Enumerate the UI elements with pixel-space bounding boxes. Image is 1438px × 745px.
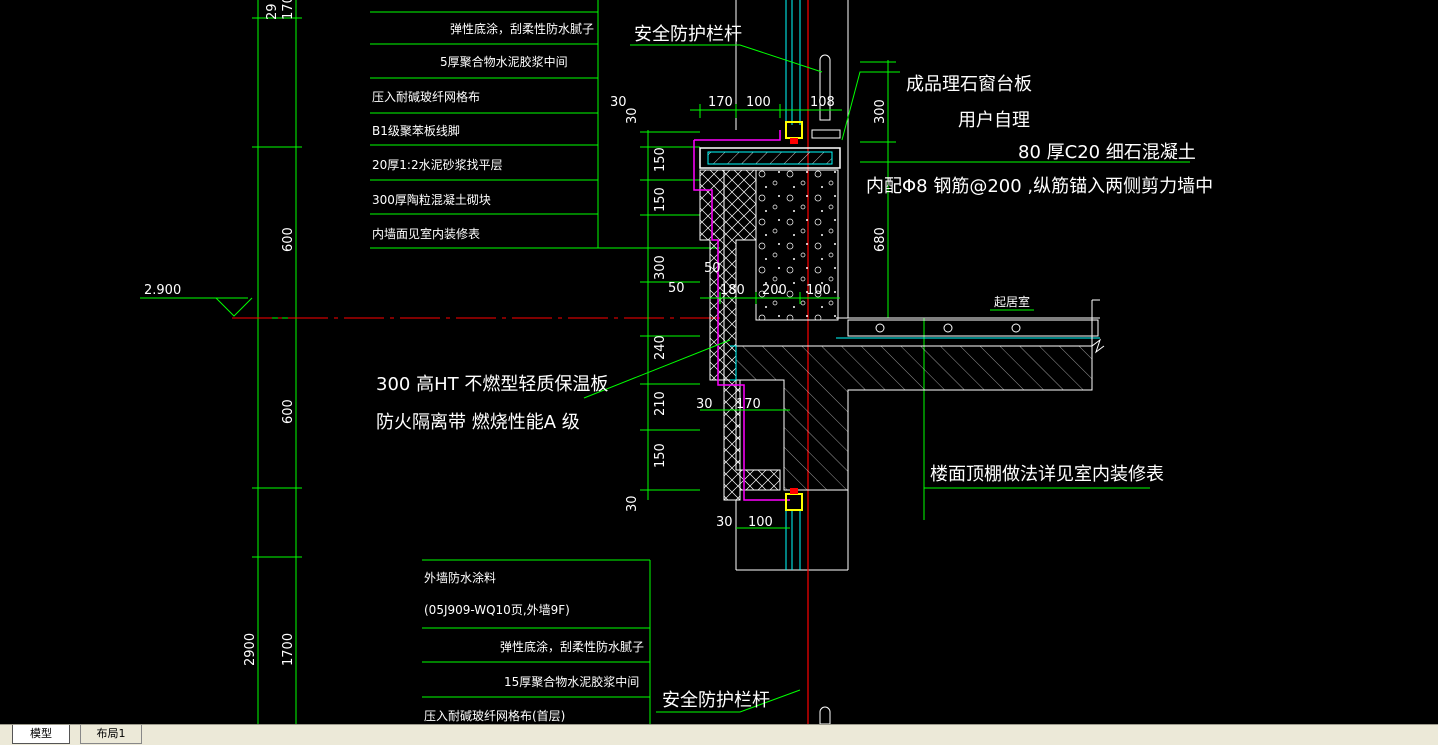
elevation-label: 2.900 <box>144 283 181 298</box>
dim-right-680: 680 <box>873 227 888 252</box>
dim-top-108: 108 <box>810 95 835 110</box>
tab-model[interactable]: 模型 <box>12 725 70 744</box>
dim-v-210: 210 <box>653 391 668 416</box>
dim-170: 170 <box>736 397 761 412</box>
upper-layer-5: 20厚1:2水泥砂浆找平层 <box>372 157 503 172</box>
dim-left-bot-b: 1700 <box>281 633 296 666</box>
insulation-label: 300 高HT 不燃型轻质保温板 <box>376 374 608 395</box>
right-dimension-chain <box>860 60 925 520</box>
dim-bottom-30: 30 <box>716 515 733 530</box>
room-label: 起居室 <box>994 294 1030 309</box>
ceiling-label: 楼面顶棚做法详见室内装修表 <box>930 464 1164 485</box>
elevation-marker <box>140 297 253 317</box>
upper-layer-1: 弹性底涂，刮柔性防水腻子 <box>450 21 594 36</box>
dim-left-top-b: 170 <box>281 0 296 20</box>
dim-v-240: 240 <box>653 335 668 360</box>
lower-layer-3: 弹性底涂，刮柔性防水腻子 <box>500 639 644 654</box>
left-dimension-lines <box>252 0 302 724</box>
dim-bottom-100: 100 <box>748 515 773 530</box>
cad-drawing-canvas[interactable]: 弹性底涂，刮柔性防水腻子 5厚聚合物水泥胶浆中间 压入耐碱玻纤网格布 B1级聚苯… <box>0 0 1438 725</box>
upper-layer-7: 内墙面见室内装修表 <box>372 226 480 241</box>
dim-right-300: 300 <box>873 99 888 124</box>
sill-note: 用户自理 <box>958 110 1030 131</box>
dim-100: 100 <box>806 283 831 298</box>
lower-layer-1: 外墙防水涂料 <box>424 570 496 585</box>
dim-180: 180 <box>720 283 745 298</box>
cad-drawing: 弹性底涂，刮柔性防水腻子 5厚聚合物水泥胶浆中间 压入耐碱玻纤网格布 B1级聚苯… <box>140 0 1213 725</box>
dimension-labels: 29 170 600 600 2900 1700 30 170 100 108 … <box>243 0 888 666</box>
vertical-dimension-chain <box>640 130 700 500</box>
lower-layer-4: 15厚聚合物水泥胶浆中间 <box>504 674 639 689</box>
dim-left-bot-a: 2900 <box>243 633 258 666</box>
dim-left-mid-a: 600 <box>281 227 296 252</box>
upper-layer-2: 5厚聚合物水泥胶浆中间 <box>440 54 568 69</box>
fire-barrier-label: 防火隔离带 燃烧性能A 级 <box>376 412 580 433</box>
lower-layer-labels: 外墙防水涂料 (05J909-WQ10页,外墙9F) 弹性底涂，刮柔性防水腻子 … <box>424 570 644 723</box>
dim-200: 200 <box>762 283 787 298</box>
dim-v-150c: 150 <box>653 443 668 468</box>
railing-bottom <box>819 706 831 725</box>
dim-30: 30 <box>696 397 713 412</box>
dim-v-30a: 30 <box>625 107 640 124</box>
dim-v-30b: 30 <box>625 495 640 512</box>
window-frame-bottom <box>785 493 803 511</box>
dim-50a: 50 <box>704 261 721 276</box>
floor-topping <box>847 319 1099 337</box>
upper-layer-labels: 弹性底涂，刮柔性防水腻子 5厚聚合物水泥胶浆中间 压入耐碱玻纤网格布 B1级聚苯… <box>372 21 594 241</box>
layout-tab-bar: 模型 布局1 <box>0 724 1438 745</box>
rebar-label: 内配Φ8 钢筋@200 ,纵筋锚入两侧剪力墙中 <box>866 176 1213 197</box>
concrete-label: 80 厚C20 细石混凝土 <box>1018 142 1196 163</box>
railing-label-top: 安全防护栏杆 <box>634 24 742 45</box>
dim-left-mid-b: 600 <box>281 399 296 424</box>
lower-layer-5: 压入耐碱玻纤网格布(首层) <box>424 708 565 723</box>
dim-top-100: 100 <box>746 95 771 110</box>
upper-layer-3: 压入耐碱玻纤网格布 <box>372 89 480 104</box>
sill-label: 成品理石窗台板 <box>906 74 1032 95</box>
dim-top-170: 170 <box>708 95 733 110</box>
railing-label-bottom: 安全防护栏杆 <box>662 690 770 711</box>
dim-left-top-a: 29 <box>265 3 280 20</box>
upper-layer-6: 300厚陶粒混凝土砌块 <box>372 192 491 207</box>
dim-v-150b: 150 <box>653 187 668 212</box>
lower-layer-2: (05J909-WQ10页,外墙9F) <box>424 603 570 617</box>
dim-v-300: 300 <box>653 255 668 280</box>
tab-layout1[interactable]: 布局1 <box>80 725 142 744</box>
dim-50b: 50 <box>668 281 685 296</box>
dim-v-150a: 150 <box>653 147 668 172</box>
upper-layer-4: B1级聚苯板线脚 <box>372 123 460 138</box>
